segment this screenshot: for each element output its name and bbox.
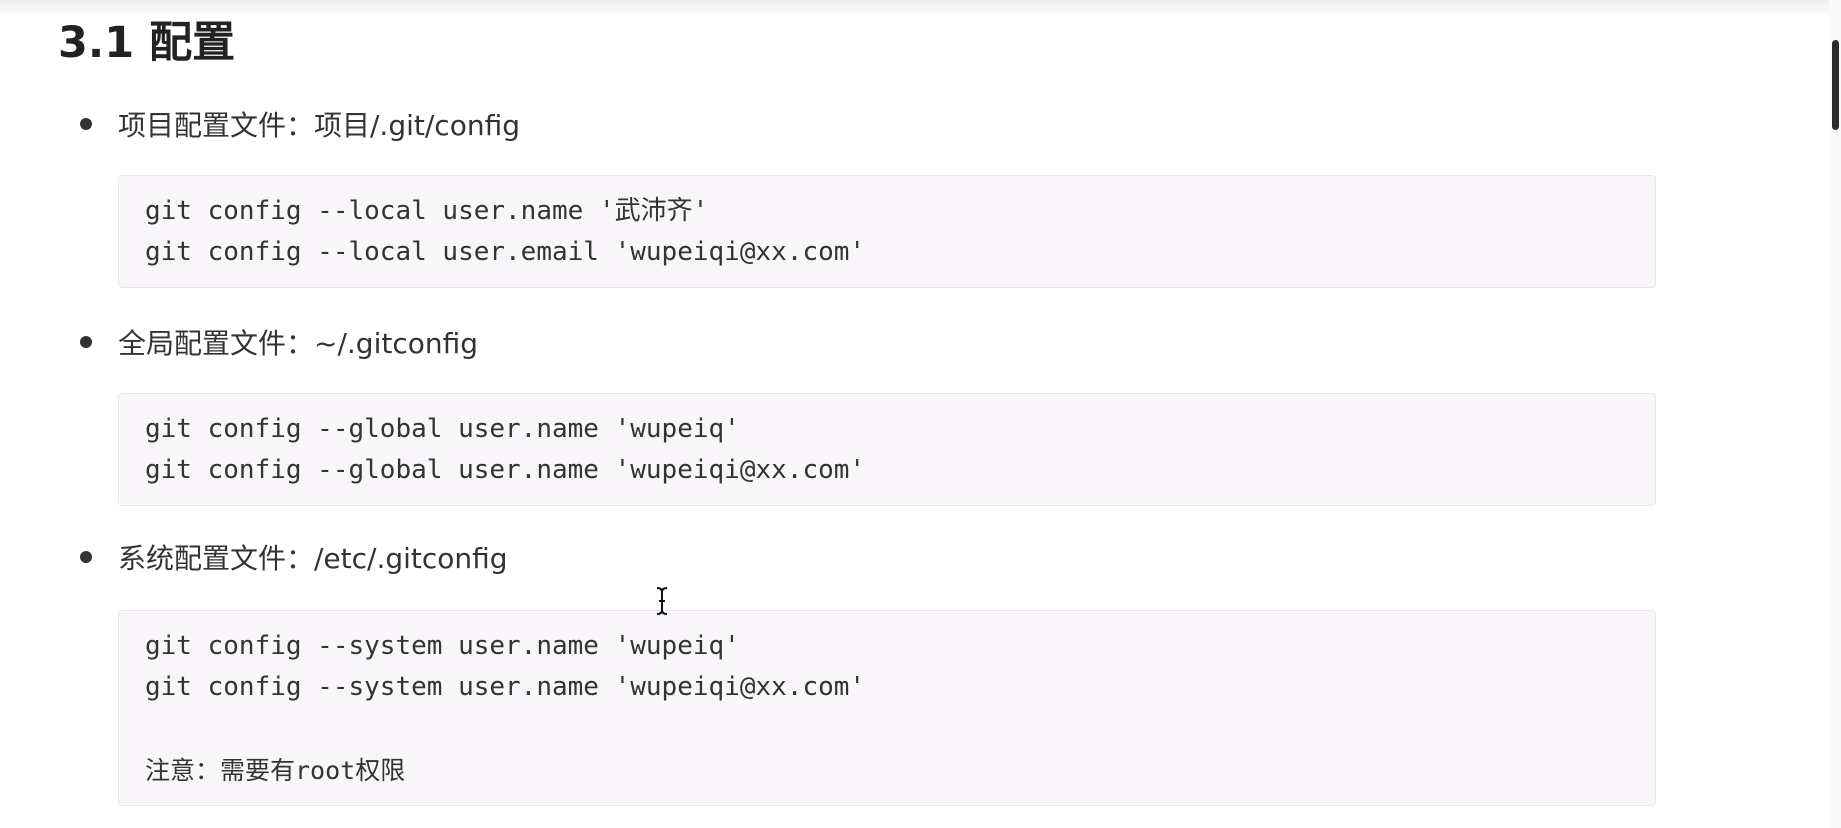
list-item-label: 全局配置文件：~/.gitconfig [118, 327, 479, 360]
code-line: git config --system user.name 'wupeiq' [145, 631, 740, 661]
bullet-dot-icon [80, 551, 92, 563]
code-line: git config --local user.email 'wupeiqi@x… [145, 237, 866, 267]
code-line: git config --system user.name 'wupeiqi@x… [145, 672, 866, 702]
bullet-dot-icon [80, 336, 92, 348]
list-item-label: 系统配置文件：/etc/.gitconfig [118, 542, 508, 575]
code-block-global-config[interactable]: git config --global user.name 'wupeiq' g… [118, 393, 1656, 506]
bullet-dot-icon [80, 118, 92, 130]
list-item-project-config: 项目配置文件：项目/.git/config [80, 104, 520, 144]
code-block-system-config[interactable]: git config --system user.name 'wupeiq' g… [118, 610, 1656, 806]
top-shadow [0, 0, 1841, 16]
page-title: 3.1 配置 [58, 18, 236, 68]
code-note: 注意：需要有root权限 [145, 756, 406, 785]
text-cursor-icon [656, 587, 668, 615]
code-block-project-config[interactable]: git config --local user.name '武沛齐' git c… [118, 175, 1656, 288]
code-line: git config --global user.name 'wupeiqi@x… [145, 455, 866, 485]
code-line: git config --local user.name '武沛齐' [145, 196, 709, 226]
code-line: git config --global user.name 'wupeiq' [145, 414, 740, 444]
scrollbar-thumb[interactable] [1832, 40, 1839, 130]
list-item-system-config: 系统配置文件：/etc/.gitconfig [80, 537, 508, 577]
list-item-label: 项目配置文件：项目/.git/config [118, 109, 520, 142]
scrollbar[interactable] [1829, 0, 1841, 828]
list-item-global-config: 全局配置文件：~/.gitconfig [80, 322, 478, 362]
